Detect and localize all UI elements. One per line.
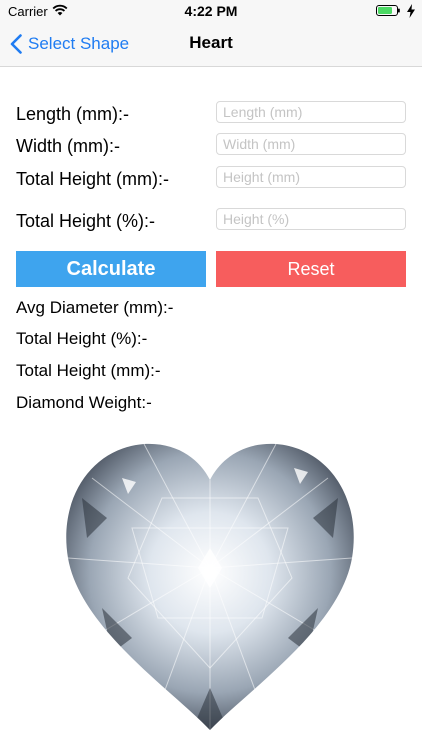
reset-button[interactable]: Reset [216, 251, 406, 287]
total-height-mm-input[interactable] [216, 166, 406, 188]
total-height-pct-input[interactable] [216, 208, 406, 230]
width-input[interactable] [216, 133, 406, 155]
total-height-pct-result: Total Height (%):- [16, 329, 148, 348]
heart-diamond-image [66, 443, 354, 730]
avg-diameter-result: Avg Diameter (mm):- [16, 298, 174, 317]
width-row: Width (mm):- [16, 133, 408, 159]
page-title: Heart [189, 33, 233, 52]
total-height-pct-label: Total Height (%):- [16, 211, 156, 231]
length-input[interactable] [216, 101, 406, 123]
calculate-button[interactable]: Calculate [16, 251, 206, 287]
length-row: Length (mm):- [16, 101, 408, 127]
total-height-mm-label: Total Height (mm):- [16, 169, 170, 189]
diamond-weight-result: Diamond Weight:- [16, 393, 152, 412]
battery-icon [376, 5, 400, 16]
total-height-pct-row: Total Height (%):- [16, 208, 408, 234]
navigation-bar: Select Shape Heart [0, 22, 422, 67]
total-height-mm-row: Total Height (mm):- [16, 166, 408, 192]
status-time: 4:22 PM [184, 3, 238, 19]
total-height-mm-result: Total Height (mm):- [16, 361, 161, 380]
width-label: Width (mm):- [16, 136, 120, 156]
length-label: Length (mm):- [16, 104, 130, 124]
status-bar: Carrier 4:22 PM [0, 0, 422, 22]
charging-bolt-icon [407, 4, 415, 18]
